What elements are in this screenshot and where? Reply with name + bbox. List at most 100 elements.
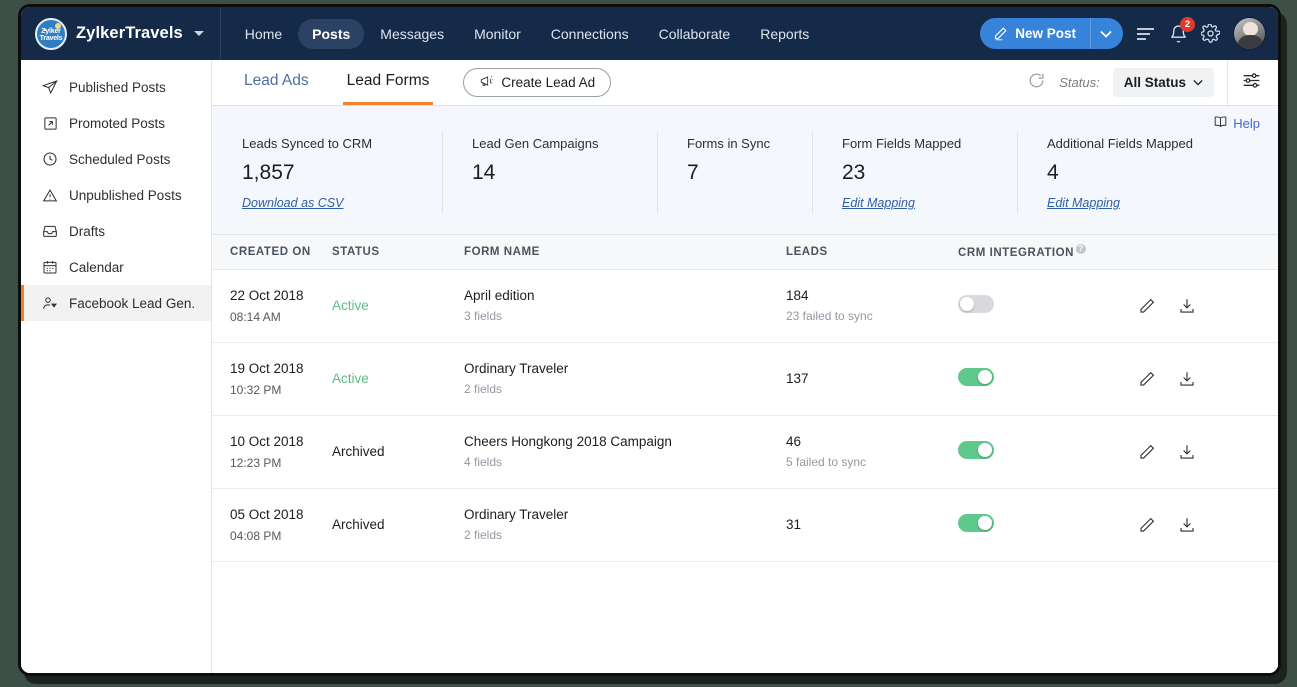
brand-area[interactable]: ZylkerTravels ZylkerTravels [35, 18, 204, 50]
row-date: 05 Oct 2018 [230, 507, 332, 522]
create-lead-ad-label: Create Lead Ad [501, 75, 595, 90]
tab-lead-forms[interactable]: Lead Forms [343, 60, 434, 105]
edit-mapping-link[interactable]: Edit Mapping [842, 196, 915, 210]
form-fields-count: 4 fields [464, 455, 786, 469]
nav-item-connections[interactable]: Connections [537, 19, 643, 49]
main-nav: Home Posts Messages Monitor Connections … [231, 19, 823, 49]
nav-item-home[interactable]: Home [231, 19, 296, 49]
brand-name: ZylkerTravels [76, 24, 183, 43]
cell-form-name: Ordinary Traveler 2 fields [464, 342, 786, 415]
header-crm-integration[interactable]: CRM INTEGRATION? [958, 235, 1138, 269]
stat-card-lead-gen-campaigns: Lead Gen Campaigns 14 [442, 136, 657, 212]
inbox-icon [42, 223, 58, 239]
user-lead-icon [42, 295, 58, 311]
table-body: 22 Oct 2018 08:14 AM Active April editio… [212, 269, 1278, 561]
new-post-chevron-down-icon[interactable] [1091, 30, 1121, 38]
stat-value: 14 [472, 161, 639, 185]
header-form-name[interactable]: FORM NAME [464, 235, 786, 269]
cell-leads: 184 23 failed to sync [786, 269, 958, 342]
table-row[interactable]: 22 Oct 2018 08:14 AM Active April editio… [212, 269, 1278, 342]
crm-integration-toggle[interactable] [958, 441, 994, 459]
edit-pencil-icon[interactable] [1138, 516, 1156, 534]
form-name: April edition [464, 288, 786, 303]
status-filter-label: Status: [1059, 75, 1099, 90]
download-icon[interactable] [1178, 370, 1196, 388]
app-body: Published Posts Promoted Posts Scheduled… [21, 60, 1278, 673]
row-date: 19 Oct 2018 [230, 361, 332, 376]
header-status[interactable]: STATUS [332, 235, 464, 269]
calendar-icon [42, 259, 58, 275]
sidebar-label: Facebook Lead Gen. [69, 296, 195, 311]
header-leads[interactable]: LEADS [786, 235, 958, 269]
help-question-icon[interactable]: ? [1076, 244, 1086, 254]
sidebar-item-calendar[interactable]: Calendar [21, 249, 211, 285]
cell-crm-integration [958, 269, 1138, 342]
header-created-on[interactable]: CREATED ON [212, 235, 332, 269]
sidebar-item-unpublished-posts[interactable]: Unpublished Posts [21, 177, 211, 213]
row-time: 08:14 AM [230, 310, 332, 324]
stat-label: Lead Gen Campaigns [472, 136, 639, 151]
pencil-icon [993, 26, 1008, 41]
crm-integration-toggle[interactable] [958, 514, 994, 532]
status-badge: Archived [332, 444, 385, 459]
nav-item-reports[interactable]: Reports [746, 19, 823, 49]
lead-forms-table: CREATED ON STATUS FORM NAME LEADS CRM IN… [212, 235, 1278, 562]
crm-integration-toggle[interactable] [958, 295, 994, 313]
edit-pencil-icon[interactable] [1138, 443, 1156, 461]
stat-card-form-fields-mapped: Form Fields Mapped 23 Edit Mapping [812, 136, 1017, 212]
clock-icon [42, 151, 58, 167]
stat-card-forms-in-sync: Forms in Sync 7 [657, 136, 812, 212]
create-lead-ad-button[interactable]: Create Lead Ad [463, 68, 611, 97]
settings-gear-icon[interactable] [1201, 24, 1220, 43]
desktop-background: ZylkerTravels ZylkerTravels Home Posts M… [0, 0, 1297, 687]
table-row[interactable]: 05 Oct 2018 04:08 PM Archived Ordinary T… [212, 488, 1278, 561]
download-icon[interactable] [1178, 516, 1196, 534]
nav-item-messages[interactable]: Messages [366, 19, 458, 49]
stat-card-leads-synced: Leads Synced to CRM 1,857 Download as CS… [212, 136, 442, 212]
sidebar-item-facebook-lead-gen[interactable]: Facebook Lead Gen. [21, 285, 211, 321]
cell-actions [1138, 415, 1278, 488]
help-link[interactable]: Help [1213, 115, 1260, 131]
nav-item-posts[interactable]: Posts [298, 19, 364, 49]
sidebar-item-drafts[interactable]: Drafts [21, 213, 211, 249]
nav-item-collaborate[interactable]: Collaborate [645, 19, 745, 49]
book-icon [1213, 115, 1228, 131]
sidebar-item-scheduled-posts[interactable]: Scheduled Posts [21, 141, 211, 177]
toggle-knob [978, 443, 992, 457]
download-as-csv-link[interactable]: Download as CSV [242, 196, 343, 210]
user-avatar[interactable] [1233, 17, 1266, 50]
stat-label: Additional Fields Mapped [1047, 136, 1229, 151]
sidebar-item-published-posts[interactable]: Published Posts [21, 69, 211, 105]
nav-item-monitor[interactable]: Monitor [460, 19, 535, 49]
download-icon[interactable] [1178, 443, 1196, 461]
tab-strip: Lead Ads Lead Forms Create Lead Ad [212, 60, 1278, 106]
toggle-knob [960, 297, 974, 311]
form-name: Cheers Hongkong 2018 Campaign [464, 434, 786, 449]
status-filter-dropdown[interactable]: All Status [1113, 68, 1214, 97]
sidebar-label: Scheduled Posts [69, 152, 170, 167]
sidebar-item-promoted-posts[interactable]: Promoted Posts [21, 105, 211, 141]
download-icon[interactable] [1178, 297, 1196, 315]
tab-lead-ads[interactable]: Lead Ads [240, 60, 313, 105]
edit-pencil-icon[interactable] [1138, 297, 1156, 315]
crm-integration-toggle[interactable] [958, 368, 994, 386]
new-post-button[interactable]: New Post [980, 18, 1123, 49]
cell-created-on: 19 Oct 2018 10:32 PM [212, 342, 332, 415]
table-row[interactable]: 19 Oct 2018 10:32 PM Active Ordinary Tra… [212, 342, 1278, 415]
leads-count: 184 [786, 288, 958, 303]
form-fields-count: 3 fields [464, 309, 786, 323]
notifications-bell-icon[interactable]: 2 [1169, 24, 1188, 44]
menu-list-icon[interactable] [1136, 26, 1156, 42]
edit-mapping-link[interactable]: Edit Mapping [1047, 196, 1120, 210]
paper-plane-icon [42, 79, 58, 95]
refresh-icon[interactable] [1027, 71, 1046, 95]
stats-row: Leads Synced to CRM 1,857 Download as CS… [212, 110, 1278, 234]
stat-label: Form Fields Mapped [842, 136, 999, 151]
table-row[interactable]: 10 Oct 2018 12:23 PM Archived Cheers Hon… [212, 415, 1278, 488]
cell-leads: 46 5 failed to sync [786, 415, 958, 488]
brand-chevron-down-icon[interactable] [194, 31, 204, 36]
status-badge: Active [332, 298, 369, 313]
edit-pencil-icon[interactable] [1138, 370, 1156, 388]
filter-settings-icon[interactable] [1241, 70, 1262, 96]
row-actions [1138, 516, 1278, 534]
